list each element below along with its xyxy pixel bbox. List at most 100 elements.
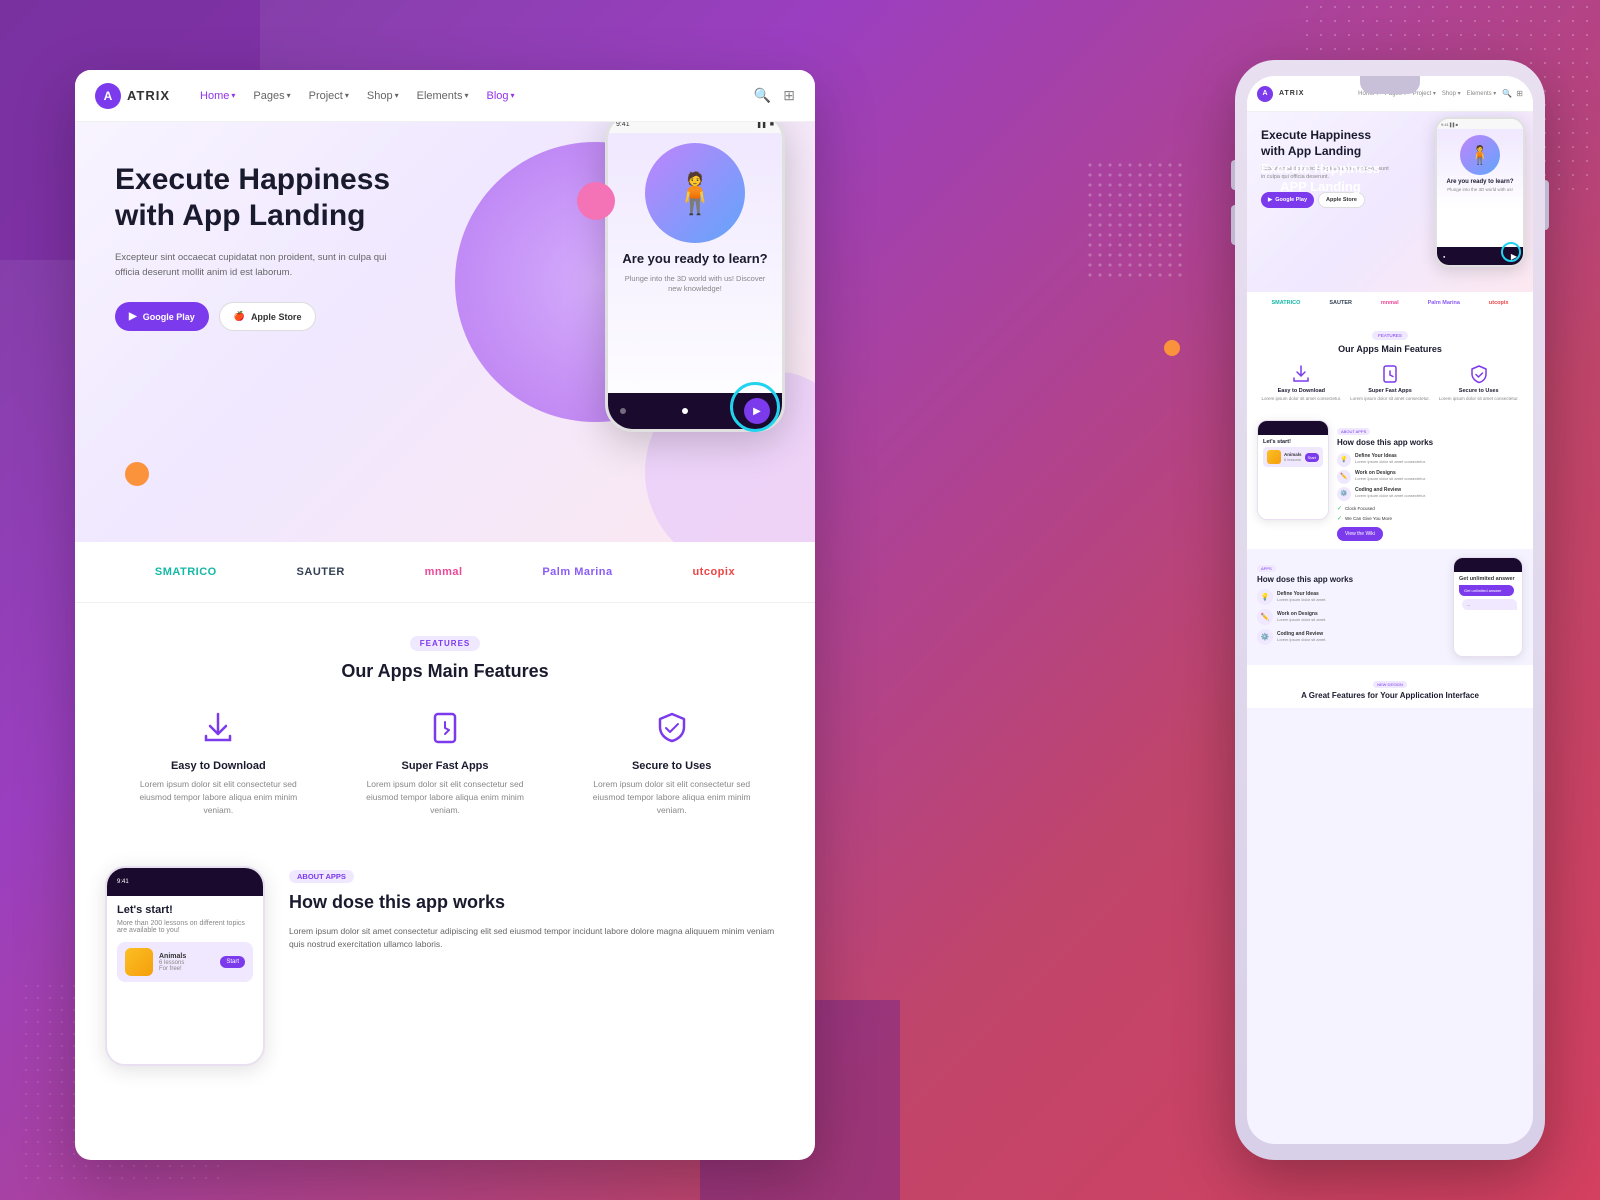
right-how-step-icon-0: 💡 xyxy=(1257,589,1273,605)
right-features-grid: Easy to Download Lorem ipsum dolor sit a… xyxy=(1257,364,1523,402)
device-button-power xyxy=(1545,180,1549,230)
right-how-step-info-1: Work on Designs Lorem ipsum dolor sit am… xyxy=(1277,611,1445,622)
right-about-card-text: Animals 6 lessons xyxy=(1284,452,1302,462)
right-about-badge: ABOUT APPS xyxy=(1337,428,1370,435)
feature-desc-2: Lorem ipsum dolor sit elit consectetur s… xyxy=(578,778,765,816)
google-play-button[interactable]: ▶ Google Play xyxy=(115,302,209,331)
right-how-step-desc-2: Lorem ipsum dolor sit amet. xyxy=(1277,637,1445,642)
right-feature-name-2: Secure to Uses xyxy=(1434,388,1523,394)
right-how-step-desc-1: Lorem ipsum dolor sit amet. xyxy=(1277,617,1445,622)
right-features-badge: FEATURES xyxy=(1372,331,1408,340)
features-grid: Easy to Download Lorem ipsum dolor sit e… xyxy=(115,706,775,816)
right-about-card-btn[interactable]: Start xyxy=(1305,453,1319,462)
features-title: Our Apps Main Features xyxy=(115,661,775,682)
brands-section: SMATRICO SAUTER mnmal Palm Marina utcopi… xyxy=(75,542,815,603)
right-how-works-section: APPS How dose this app works 💡 Define Yo… xyxy=(1247,549,1533,665)
right-step-icon-0: 💡 xyxy=(1337,453,1351,467)
nav-link-elements[interactable]: Elements ▾ xyxy=(417,90,469,102)
check-icon-1: ✓ xyxy=(1337,515,1342,522)
grid-icon[interactable]: ⊞ xyxy=(783,87,795,104)
features-badge: FEATURES xyxy=(410,636,481,651)
right-how-title: How dose this app works xyxy=(1257,575,1445,584)
right-about-card-img xyxy=(1267,450,1281,464)
screenshot-label: Execute Happiness APP Landing xyxy=(1261,160,1380,196)
right-how-step-info-0: Define Your Ideas Lorem ipsum dolor sit … xyxy=(1277,591,1445,602)
right-how-step-info-2: Coding and Review Lorem ipsum dolor sit … xyxy=(1277,631,1445,642)
apple-icon: 🍎 xyxy=(234,311,245,322)
right-bottom-badge: NEW DESIGN xyxy=(1373,681,1407,688)
device-notch xyxy=(1360,76,1420,94)
right-about-section: Let's start! Animals 6 lessons Start ABO… xyxy=(1247,412,1533,548)
apple-store-button[interactable]: 🍎 Apple Store xyxy=(219,302,317,331)
right-nav-elements[interactable]: Elements ▾ xyxy=(1467,90,1497,97)
brand-sauter: SAUTER xyxy=(297,566,345,578)
hero-section: Execute Happiness with App Landing Excep… xyxy=(75,122,815,542)
right-feature-desc-2: Lorem ipsum dolor sit amet consectetur. xyxy=(1434,396,1523,402)
google-play-label: Google Play xyxy=(143,312,195,322)
right-step-info-2: Coding and Review Lorem ipsum dolor sit … xyxy=(1355,487,1426,498)
right-feature-1: Super Fast Apps Lorem ipsum dolor sit am… xyxy=(1346,364,1435,402)
mid-dots xyxy=(1085,160,1185,280)
right-nav-project[interactable]: Project ▾ xyxy=(1413,90,1436,97)
card-text: Animals 6 lessons For free! xyxy=(159,953,214,972)
search-icon[interactable]: 🔍 xyxy=(754,87,771,104)
feature-item-download: Easy to Download Lorem ipsum dolor sit e… xyxy=(115,706,322,816)
right-feature-2: Secure to Uses Lorem ipsum dolor sit ame… xyxy=(1434,364,1523,402)
about-badge: ABOUT APPS xyxy=(289,870,354,883)
right-play-icon: ▶ xyxy=(1268,197,1272,203)
device-screen: A ATRIX Home ▾ Pages ▾ Project ▾ Shop ▾ … xyxy=(1247,76,1533,1144)
right-check-1: ✓ We Can Give You More xyxy=(1337,515,1523,522)
right-bottom-section: NEW DESIGN A Great Features for Your App… xyxy=(1247,665,1533,708)
hero-content: Execute Happiness with App Landing Excep… xyxy=(115,162,435,331)
nav-link-blog[interactable]: Blog ▾ xyxy=(486,90,514,102)
right-step-info-1: Work on Designs Lorem ipsum dolor sit am… xyxy=(1355,470,1426,481)
right-second-phone-header xyxy=(1454,558,1522,572)
nav-link-shop[interactable]: Shop ▾ xyxy=(367,90,399,102)
right-second-phone-content: Get unlimited answer Get unlimited answe… xyxy=(1454,572,1522,614)
right-how-badge: APPS xyxy=(1257,565,1276,572)
right-step-icon-2: ⚙️ xyxy=(1337,487,1351,501)
about-phone-sub: More than 200 lessons on different topic… xyxy=(117,920,253,934)
right-about-phone-header xyxy=(1258,421,1328,435)
nav-link-home[interactable]: Home ▾ xyxy=(200,90,235,102)
shield-icon xyxy=(650,706,694,750)
check-label-1: We Can Give You More xyxy=(1345,516,1392,521)
right-features-title: Our Apps Main Features xyxy=(1257,344,1523,354)
right-hero-section: Execute Happiness with App Landing Excep… xyxy=(1247,112,1533,292)
about-phone-card: Animals 6 lessons For free! Start xyxy=(117,942,253,982)
right-search-icon[interactable]: 🔍 xyxy=(1502,89,1512,98)
about-phone-mockup: 9:41 Let's start! More than 200 lessons … xyxy=(105,866,265,1066)
right-feature-desc-0: Lorem ipsum dolor sit amet consectetur. xyxy=(1257,396,1346,402)
right-about-phone-card: Animals 6 lessons Start xyxy=(1263,447,1323,467)
screenshot-label-title: Execute Happiness xyxy=(1261,160,1380,178)
card-image xyxy=(125,948,153,976)
nav-icons: 🔍 ⊞ xyxy=(754,87,795,104)
right-grid-icon[interactable]: ⊞ xyxy=(1516,89,1523,98)
apple-store-label: Apple Store xyxy=(251,312,302,322)
brand-utcopix: utcopix xyxy=(692,566,735,578)
right-brand-2: mnmal xyxy=(1381,300,1399,306)
phone-3d-figure: 🧍 xyxy=(645,143,745,243)
nav-link-project[interactable]: Project ▾ xyxy=(309,90,349,102)
screenshot-label-subtitle: APP Landing xyxy=(1261,178,1380,196)
brand-mnmal: mnmal xyxy=(425,566,463,578)
feature-desc-1: Lorem ipsum dolor sit elit consectetur s… xyxy=(352,778,539,816)
right-step-icon-1: ✏️ xyxy=(1337,470,1351,484)
card-price: For free! xyxy=(159,966,214,972)
lightning-icon xyxy=(423,706,467,750)
right-logo-text: ATRIX xyxy=(1279,90,1304,97)
right-device-mockup: A ATRIX Home ▾ Pages ▾ Project ▾ Shop ▾ … xyxy=(1235,60,1545,1160)
right-about-card-sub: 6 lessons xyxy=(1284,457,1302,462)
right-nav-shop[interactable]: Shop ▾ xyxy=(1442,90,1461,97)
right-feature-0: Easy to Download Lorem ipsum dolor sit a… xyxy=(1257,364,1346,402)
card-start-button[interactable]: Start xyxy=(220,956,245,968)
right-logo-icon: A xyxy=(1257,86,1273,102)
about-phone-content: Let's start! More than 200 lessons on di… xyxy=(107,896,263,994)
about-section: 9:41 Let's start! More than 200 lessons … xyxy=(75,846,815,1086)
phone-signal: ▌▌ ■ xyxy=(758,122,774,128)
right-nav-icons: 🔍 ⊞ xyxy=(1502,89,1523,98)
hero-description: Excepteur sint occaecat cupidatat non pr… xyxy=(115,250,395,280)
orange-dot xyxy=(125,462,149,486)
right-about-view-btn[interactable]: View the Wiki xyxy=(1337,527,1383,541)
nav-link-pages[interactable]: Pages ▾ xyxy=(253,90,290,102)
